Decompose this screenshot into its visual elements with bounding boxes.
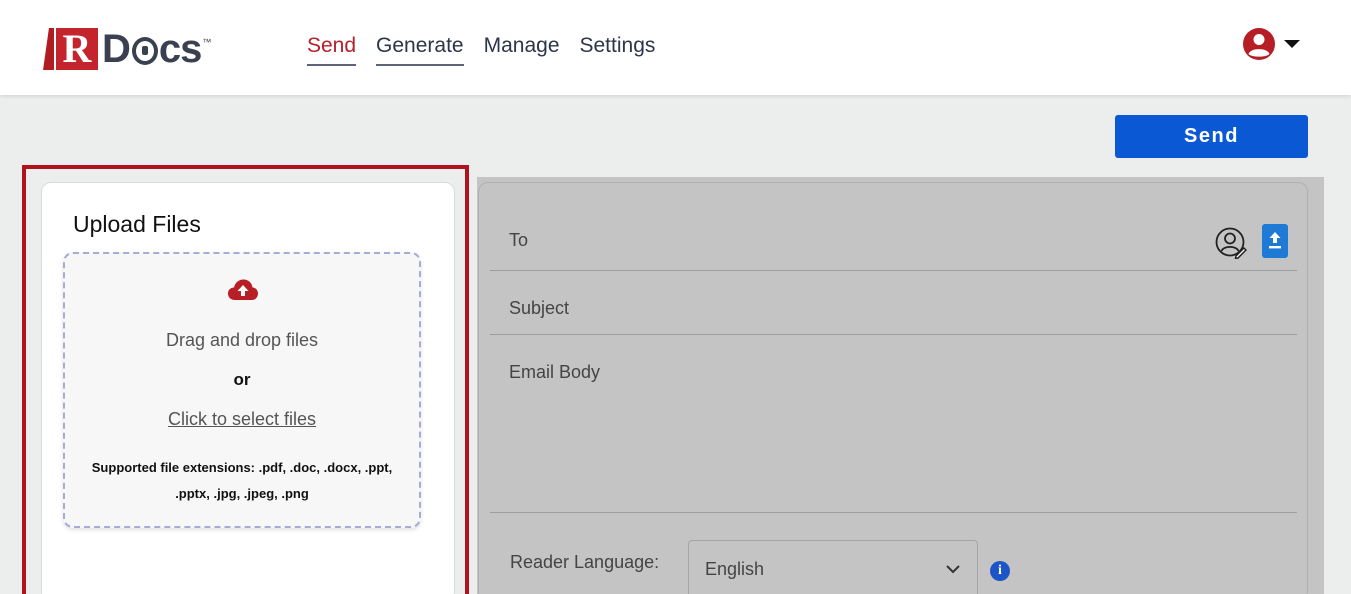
send-button[interactable]: Send (1115, 115, 1308, 158)
nav-manage[interactable]: Manage (484, 34, 560, 66)
trademark-symbol: ™ (202, 36, 211, 47)
highlight-frame (22, 165, 469, 594)
logo-wordmark: D cs ™ (102, 26, 211, 72)
top-header: R D cs ™ Send Generate Manage Settings (0, 0, 1351, 95)
reader-language-value: English (705, 559, 765, 579)
chevron-down-icon (946, 565, 960, 574)
nav-send[interactable]: Send (307, 34, 357, 66)
email-body-label: Email Body (509, 362, 601, 382)
nav-settings[interactable]: Settings (580, 34, 656, 66)
subject-field[interactable]: Subject (490, 271, 1297, 335)
file-upload-icon[interactable] (1262, 224, 1288, 258)
logo-letter: R (54, 26, 100, 72)
logo-mark: R (43, 26, 104, 72)
reader-language-select[interactable]: English (688, 540, 978, 594)
subject-label: Subject (509, 298, 570, 318)
contact-edit-icon[interactable] (1215, 227, 1247, 259)
rdocs-logo[interactable]: R D cs ™ (43, 24, 236, 74)
caret-down-icon (1284, 40, 1300, 48)
nav-generate[interactable]: Generate (376, 34, 464, 66)
user-menu[interactable] (1242, 27, 1300, 61)
user-circle-icon (1243, 28, 1275, 60)
to-label: To (509, 230, 529, 250)
email-form-card: To Subject Email Body Reader Language: E… (478, 182, 1308, 594)
main-nav: Send Generate Manage Settings (307, 34, 655, 66)
email-body-field[interactable]: Email Body (490, 335, 1297, 513)
logo-text-cs: cs (158, 26, 202, 71)
reader-language-label: Reader Language: (510, 552, 660, 572)
info-icon[interactable]: i (990, 561, 1010, 581)
logo-text-d: D (102, 26, 131, 71)
to-field[interactable]: To (490, 183, 1297, 271)
lock-icon (131, 37, 158, 65)
